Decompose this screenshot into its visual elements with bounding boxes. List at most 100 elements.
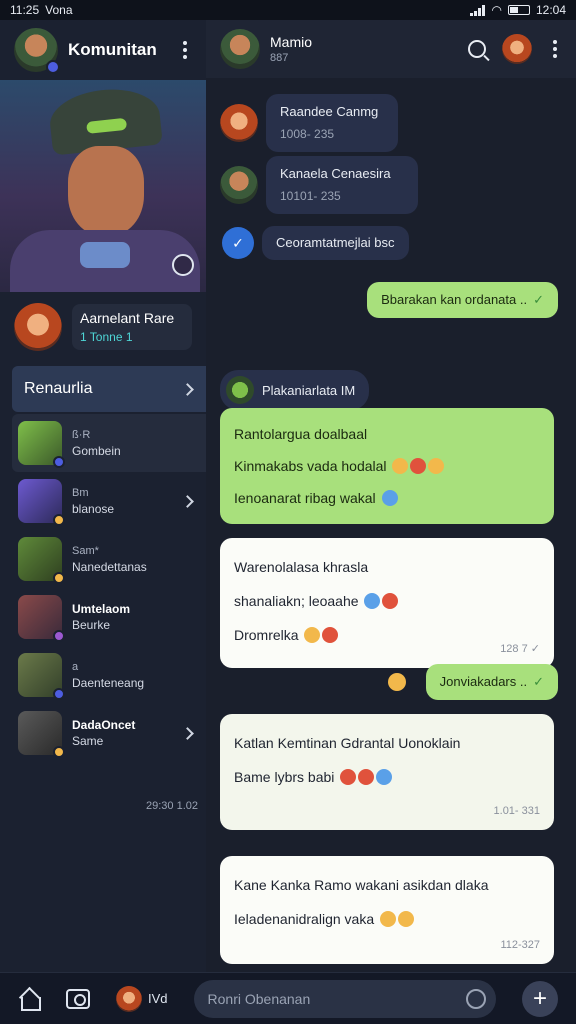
message-bubble[interactable]: Kanaela Cenaesira 10101- 235 <box>266 156 418 214</box>
home-icon[interactable] <box>18 989 41 1011</box>
message-row: Raandee Canmg 1008- 235 <box>220 94 398 152</box>
sender-pill[interactable]: Plakaniarlata IM <box>220 370 370 410</box>
message-line: Ienoanarat ribag wakal <box>234 490 376 506</box>
user-avatar[interactable] <box>502 34 532 64</box>
wifi-icon: ◠ <box>491 3 502 17</box>
message-bubble[interactable]: Kane Kanka Ramo wakani asikdan dlaka Iel… <box>220 856 554 964</box>
emoji-icon <box>381 490 398 506</box>
channel-item[interactable]: Bm blanose <box>0 472 206 530</box>
message-row: Warenolalasa khrasla shanaliakn; leoaahe… <box>220 538 554 668</box>
emoji-icon <box>410 458 427 474</box>
channel-line1: Sam* <box>72 545 99 557</box>
search-icon[interactable] <box>468 40 486 58</box>
message-line: shanaliakn; leoaahe <box>234 593 359 609</box>
channel-avatar <box>18 595 65 642</box>
left-header: Komunitan <box>0 20 206 80</box>
chat-panel: Mamio 887 Raandee Canmg 1008- 235 Kanael… <box>206 20 576 972</box>
channel-item[interactable]: Umtelaom Beurke <box>0 588 206 646</box>
section-label: Renaurlia <box>24 380 93 397</box>
emoji-icon <box>392 458 409 474</box>
signal-icon <box>470 4 486 16</box>
badge-icon <box>53 456 65 468</box>
mini-app-button[interactable]: IVd <box>116 985 168 1012</box>
message-line: Ieladenanidralign vaka <box>234 911 375 927</box>
chat-subtitle: 887 <box>270 52 289 64</box>
hero-banner <box>0 80 206 292</box>
section-header[interactable]: Renaurlia <box>12 366 206 412</box>
channel-line2: Beurke <box>72 618 111 632</box>
more-icon[interactable] <box>548 40 562 58</box>
message-line: Dromrelka <box>234 627 299 643</box>
system-text: Ceoramtatmejlai bsc <box>276 235 395 250</box>
community-title: Komunitan <box>68 40 157 59</box>
message-row: Rantolargua doalbaal Kinmakabs vada hoda… <box>220 408 554 524</box>
message-bubble[interactable]: Raandee Canmg 1008- 235 <box>266 94 398 152</box>
chevron-right-icon <box>181 726 194 740</box>
message-bubble[interactable]: Rantolargua doalbaal Kinmakabs vada hoda… <box>220 408 554 524</box>
server-avatar[interactable] <box>14 28 60 74</box>
message-bubble[interactable]: Katlan Kemtinan Gdrantal Uonoklain Bame … <box>220 714 554 830</box>
message-row: Katlan Kemtinan Gdrantal Uonoklain Bame … <box>220 714 554 830</box>
channel-line1: ß·R <box>72 429 91 441</box>
channel-item[interactable]: a Daenteneang <box>0 646 206 704</box>
mini-app-avatar <box>116 985 142 1012</box>
channel-line2: blanose <box>72 502 115 516</box>
message-name: Kanaela Cenaesira <box>280 166 391 181</box>
chat-avatar[interactable] <box>220 29 260 69</box>
outgoing-bubble[interactable]: Bbarakan kan ordanata .. ✓ <box>367 282 558 318</box>
chevron-right-icon <box>181 382 194 396</box>
emoji-icon <box>358 769 375 785</box>
channel-avatar <box>18 653 65 700</box>
badge-icon <box>53 630 65 642</box>
message-input[interactable] <box>207 990 466 1007</box>
badge-icon <box>53 572 65 584</box>
emoji-icon <box>428 458 445 474</box>
message-row: Plakaniarlata IM <box>220 370 370 410</box>
check-icon: ✓ <box>533 674 544 689</box>
channel-item[interactable]: DadaOncet Same <box>0 704 206 762</box>
message-bubble[interactable]: Warenolalasa khrasla shanaliakn; leoaahe… <box>220 538 554 668</box>
plus-icon[interactable]: + <box>522 980 558 1017</box>
emoji-icon <box>380 911 396 927</box>
emoji-icon <box>340 769 357 785</box>
emoji-icon[interactable] <box>466 988 486 1009</box>
message-line: Warenolalasa khrasla <box>234 559 369 575</box>
system-bubble[interactable]: Ceoramtatmejlai bsc <box>262 226 409 260</box>
profile-avatar[interactable] <box>14 303 62 351</box>
message-name: Raandee Canmg <box>280 104 379 119</box>
emoji-icon <box>382 593 399 609</box>
outgoing-bubble[interactable]: Jonviakadars .. ✓ <box>425 664 558 700</box>
channel-avatar <box>18 711 65 758</box>
channel-avatar <box>18 479 65 526</box>
bottom-bar: IVd + <box>0 972 576 1024</box>
message-row: Jonviakadars .. ✓ <box>386 664 558 700</box>
check-icon: ✓ <box>222 227 254 259</box>
message-time: 1008- 235 <box>280 127 335 141</box>
battery-icon <box>507 5 530 15</box>
channel-item[interactable]: Sam* Nanedettanas <box>0 530 206 588</box>
emoji-icon <box>364 593 381 609</box>
more-icon[interactable] <box>178 41 192 59</box>
camera-edit-icon[interactable] <box>172 254 194 276</box>
outgoing-text: Bbarakan kan ordanata .. <box>381 292 528 307</box>
profile-row[interactable]: Aarnelant Rare 1 Tonne 1 <box>0 292 206 362</box>
left-timestamp: 29:30 1.02 <box>146 800 198 812</box>
message-time: 1.01- 331 <box>493 805 540 817</box>
camera-icon[interactable] <box>66 988 90 1009</box>
channel-avatar <box>18 537 65 584</box>
channel-item[interactable]: ß·R Gombein <box>12 414 206 472</box>
sender-avatar[interactable] <box>220 166 258 204</box>
chevron-right-icon <box>181 494 194 508</box>
status-time: 11:25 <box>10 3 40 17</box>
check-icon: ✓ <box>533 292 544 307</box>
hero-face-art <box>68 146 144 236</box>
status-carrier: Vona <box>45 3 73 17</box>
channel-line2: Nanedettanas <box>72 560 147 574</box>
sender-avatar <box>226 376 254 404</box>
message-line: Bame lybrs babi <box>234 769 335 785</box>
sender-avatar[interactable] <box>220 104 258 142</box>
message-line: Kinmakabs vada hodalal <box>234 458 387 474</box>
profile-name: Aarnelant Rare <box>80 310 175 326</box>
status-bar: 11:25 Vona ◠ 12:04 <box>0 0 576 20</box>
channel-line1: a <box>72 661 79 673</box>
